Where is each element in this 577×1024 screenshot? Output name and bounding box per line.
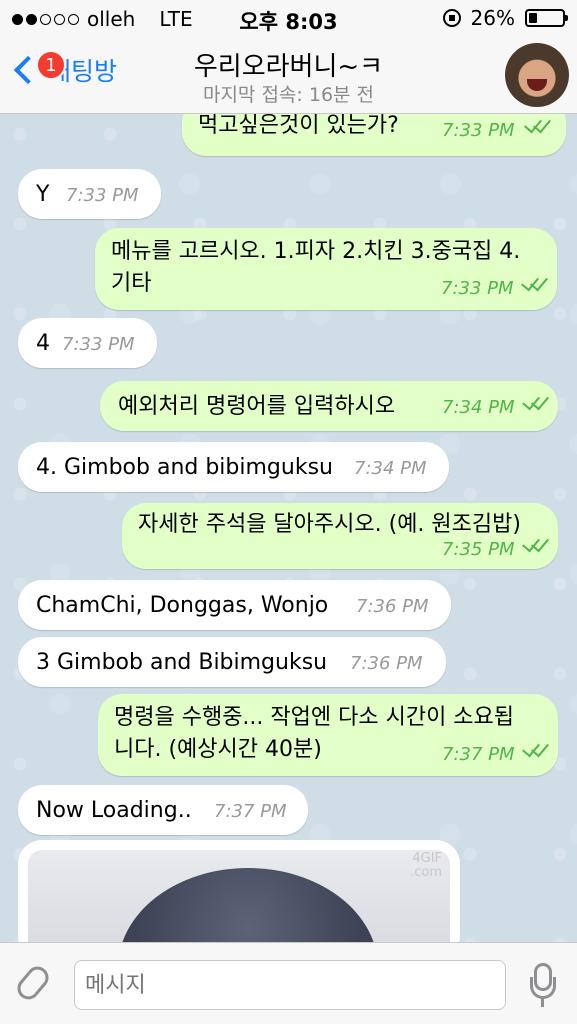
- message-text: 4: [36, 331, 50, 356]
- message-time: 7:37 PM: [214, 801, 287, 822]
- chat-header: 채팅방 1 우리오라버니~ㅋ 마지막 접속: 16분 전: [0, 38, 577, 114]
- message-bubble-outgoing[interactable]: 먹고싶은것이 있는가? 7:33 PM: [182, 114, 566, 156]
- message-bubble-outgoing[interactable]: 예외처리 명령어를 입력하시오 7:34 PM: [100, 381, 558, 431]
- message-time: 7:33 PM: [442, 120, 515, 141]
- message-bubble-incoming[interactable]: Y 7:33 PM: [18, 169, 161, 219]
- watermark: 4GIF .com: [410, 851, 442, 880]
- status-bar: olleh LTE 오후 8:03 26%: [0, 0, 577, 38]
- message-time: 7:33 PM: [66, 185, 139, 206]
- message-time: 7:36 PM: [350, 653, 423, 674]
- compose-bar: [0, 942, 577, 1024]
- message-text: 예외처리 명령어를 입력하시오: [118, 394, 396, 419]
- message-text: 자세한 주석을 달아주시오. (예. 원조김밥): [138, 512, 521, 537]
- last-seen: 마지막 접속: 16분 전: [202, 84, 375, 106]
- message-text: Now Loading..: [36, 798, 192, 823]
- chat-title[interactable]: 우리오라버니~ㅋ: [0, 46, 577, 83]
- message-bubble-incoming[interactable]: Now Loading.. 7:37 PM: [18, 785, 308, 835]
- image-message[interactable]: 4GIF .com: [18, 840, 460, 942]
- read-ticks-icon: [524, 114, 554, 134]
- message-time: 7:34 PM: [442, 397, 515, 418]
- battery-percent: 26%: [470, 6, 515, 30]
- message-time: 7:33 PM: [62, 334, 135, 355]
- message-text-line: 명령을 수행중... 작업엔 다소 시간이 소요됩: [114, 705, 515, 730]
- message-text: 먹고싶은것이 있는가?: [198, 114, 399, 138]
- read-ticks-icon: [522, 391, 552, 411]
- rotation-lock-icon: [442, 9, 461, 27]
- message-bubble-incoming[interactable]: 4 7:33 PM: [18, 318, 157, 368]
- message-bubble-incoming[interactable]: ChamChi, Donggas, Wonjo 7:36 PM: [18, 580, 451, 630]
- avatar[interactable]: [505, 43, 569, 107]
- gif-image[interactable]: 4GIF .com: [28, 850, 450, 942]
- message-text-line: 기타: [111, 271, 152, 296]
- battery-icon: [525, 9, 568, 27]
- message-bubble-outgoing[interactable]: 메뉴를 고르시오. 1.피자 2.치킨 3.중국집 4. 기타 7:33 PM: [95, 228, 557, 310]
- message-text: Y: [36, 182, 50, 207]
- message-input[interactable]: [74, 960, 506, 1010]
- message-text: 4. Gimbob and bibimguksu: [36, 455, 333, 480]
- message-text: ChamChi, Donggas, Wonjo: [36, 593, 329, 618]
- message-bubble-incoming[interactable]: 4. Gimbob and bibimguksu 7:34 PM: [18, 442, 449, 492]
- message-time: 7:33 PM: [441, 278, 514, 299]
- message-list[interactable]: 먹고싶은것이 있는가? 7:33 PM Y 7:33 PM 메뉴를 고르시오. …: [0, 114, 577, 942]
- message-bubble-outgoing[interactable]: 자세한 주석을 달아주시오. (예. 원조김밥) 7:35 PM: [122, 503, 558, 569]
- message-time: 7:36 PM: [356, 596, 429, 617]
- message-text-line: 니다. (예상시간 40분): [114, 737, 322, 762]
- image-content: [118, 868, 378, 942]
- message-text-line: 메뉴를 고르시오. 1.피자 2.치킨 3.중국집 4.: [111, 239, 521, 264]
- read-ticks-icon: [522, 533, 552, 553]
- message-bubble-outgoing[interactable]: 명령을 수행중... 작업엔 다소 시간이 소요됩 니다. (예상시간 40분)…: [98, 694, 558, 776]
- read-ticks-icon: [522, 738, 552, 758]
- message-bubble-incoming[interactable]: 3 Gimbob and Bibimguksu 7:36 PM: [18, 637, 446, 687]
- attach-paperclip-icon[interactable]: [13, 962, 53, 1004]
- message-time: 7:35 PM: [442, 539, 515, 560]
- message-time: 7:34 PM: [354, 458, 427, 479]
- microphone-icon[interactable]: [530, 963, 556, 1007]
- message-time: 7:37 PM: [442, 744, 515, 765]
- message-text: 3 Gimbob and Bibimguksu: [36, 650, 328, 675]
- read-ticks-icon: [521, 272, 551, 292]
